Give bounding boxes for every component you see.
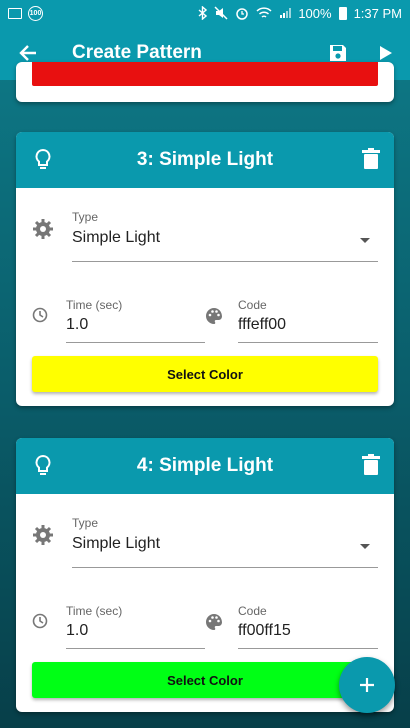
clock-time: 1:37 PM <box>353 5 402 21</box>
time-input[interactable]: 1.0 <box>66 622 88 640</box>
palette-icon <box>206 614 223 630</box>
alarm-icon <box>236 8 249 20</box>
add-icon <box>360 678 374 692</box>
type-field[interactable]: Type Simple Light <box>16 188 394 262</box>
palette-icon <box>206 308 223 324</box>
back-arrow-icon <box>19 45 36 61</box>
delete-button[interactable] <box>362 148 380 170</box>
delete-button[interactable] <box>362 454 380 476</box>
mute-icon <box>214 6 228 20</box>
step-card-3: 3: Simple Light Type Simple Light Time (… <box>16 132 394 406</box>
time-input[interactable]: 1.0 <box>66 316 88 334</box>
clock-icon <box>32 307 48 323</box>
code-label: Code <box>238 604 267 618</box>
chevron-down-icon[interactable] <box>360 544 370 549</box>
bluetooth-icon <box>198 6 208 20</box>
field-underline <box>66 342 205 343</box>
time-code-row: Time (sec) 1.0 Code fffeff00 <box>16 260 394 350</box>
time-label: Time (sec) <box>66 604 123 618</box>
page-title: Create Pattern <box>72 42 202 63</box>
card-header: 3: Simple Light <box>16 132 394 188</box>
add-step-button[interactable] <box>339 657 395 713</box>
time-code-row: Time (sec) 1.0 Code ff00ff15 <box>16 566 394 656</box>
play-icon <box>380 46 392 60</box>
select-color-button[interactable]: Select Color <box>32 356 378 392</box>
code-label: Code <box>238 298 267 312</box>
clock-icon <box>32 613 48 629</box>
notification-badge-icon: 100 <box>28 5 43 21</box>
type-select[interactable]: Simple Light <box>72 535 160 553</box>
signal-icon <box>280 8 292 18</box>
card-header: 4: Simple Light <box>16 438 394 494</box>
field-underline <box>238 648 378 649</box>
type-select[interactable]: Simple Light <box>72 229 160 247</box>
type-label: Type <box>72 210 99 224</box>
type-label: Type <box>72 516 99 530</box>
step-card-4: 4: Simple Light Type Simple Light Time (… <box>16 438 394 712</box>
gallery-notification-icon <box>8 7 22 19</box>
wifi-icon <box>256 6 272 18</box>
battery-icon <box>338 6 347 20</box>
previous-select-color-button[interactable] <box>32 62 378 86</box>
code-input[interactable]: ff00ff15 <box>238 622 291 640</box>
card-title: 3: Simple Light <box>136 149 274 170</box>
settings-gear-icon <box>33 525 53 545</box>
field-underline <box>66 648 205 649</box>
previous-step-card <box>16 62 394 102</box>
save-icon <box>330 45 346 61</box>
lightbulb-icon <box>35 148 51 169</box>
code-input[interactable]: fffeff00 <box>238 316 286 334</box>
battery-percent: 100% <box>298 5 332 21</box>
settings-gear-icon <box>33 219 53 239</box>
lightbulb-icon <box>35 454 51 475</box>
card-title: 4: Simple Light <box>136 455 274 476</box>
time-label: Time (sec) <box>66 298 123 312</box>
chevron-down-icon[interactable] <box>360 238 370 243</box>
field-underline <box>238 342 378 343</box>
status-bar: 100 100% 1:37 PM <box>0 0 410 26</box>
select-color-button[interactable]: Select Color <box>32 662 378 698</box>
type-field[interactable]: Type Simple Light <box>16 494 394 568</box>
